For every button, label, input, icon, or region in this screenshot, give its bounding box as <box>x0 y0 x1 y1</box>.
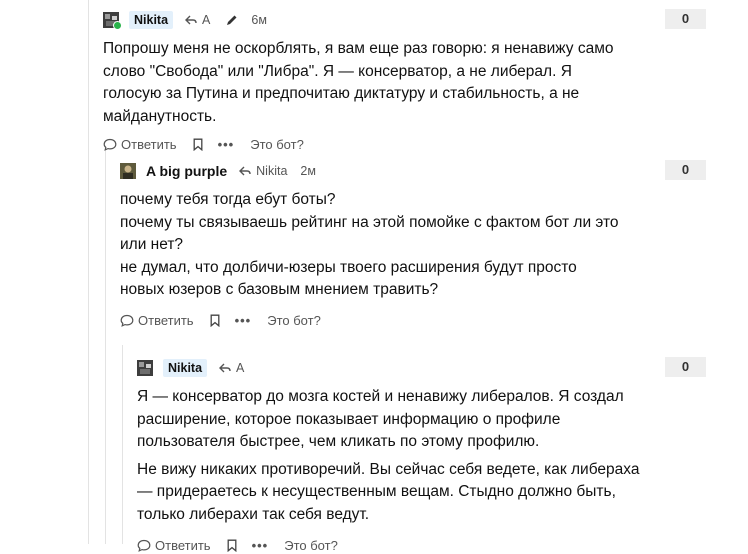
pencil-icon[interactable] <box>226 14 238 26</box>
more-options-icon[interactable]: ••• <box>235 313 252 328</box>
comment-body: почему тебя тогда ебут боты? почему ты с… <box>120 189 625 302</box>
comment-time[interactable]: 2м <box>300 164 316 178</box>
reply-button[interactable]: Ответить <box>137 538 211 553</box>
bookmark-icon[interactable] <box>227 539 237 552</box>
reply-arrow-icon <box>219 363 231 373</box>
comment: A big purple Nikita 2м 0 почему тебя тог… <box>120 160 706 330</box>
comment-header: Nikita A 6м 0 <box>103 9 706 31</box>
reply-label: Ответить <box>138 313 194 328</box>
author-name[interactable]: Nikita <box>129 11 174 29</box>
reply-arrow-icon <box>185 15 197 25</box>
reply-label: Ответить <box>121 136 177 152</box>
reply-button[interactable]: Ответить <box>103 137 177 152</box>
comment-text: Попрошу меня не оскорблять, я вам еще ра… <box>103 40 614 125</box>
more-options-icon[interactable]: ••• <box>252 538 269 553</box>
author-name[interactable]: Nikita <box>163 359 208 377</box>
comment-body: Я — консерватор до мозга костей и ненави… <box>137 386 647 526</box>
avatar[interactable] <box>137 360 153 376</box>
comment: Nikita A 6м 0 Попрошу меня не оскорблять… <box>103 9 706 153</box>
comment: Nikita A 0 Я — консерватор до мозга кост… <box>137 357 706 554</box>
avatar[interactable] <box>103 12 122 30</box>
speech-bubble-icon <box>120 314 134 327</box>
bookmark-icon[interactable] <box>210 314 220 327</box>
comment-body: Попрошу меня не оскорблять, я вам еще ра… <box>103 38 623 128</box>
comment-time[interactable]: 6м <box>251 13 267 27</box>
rating-badge: 0 <box>665 160 706 180</box>
is-bot-button[interactable]: Это бот? <box>250 137 304 152</box>
reply-label: Ответить <box>155 537 211 553</box>
is-bot-button[interactable]: Это бот? <box>267 313 321 328</box>
is-bot-button[interactable]: Это бот? <box>284 538 338 553</box>
comment-text: почему тебя тогда ебут боты? почему ты с… <box>120 191 619 298</box>
rating-badge: 0 <box>665 357 706 377</box>
bookmark-icon[interactable] <box>193 138 203 151</box>
author-name[interactable]: A big purple <box>146 163 227 179</box>
online-status-dot <box>113 21 122 30</box>
reply-button[interactable]: Ответить <box>120 313 194 328</box>
comment-actions: Ответить ••• Это бот? <box>137 536 706 554</box>
reply-to-name: A <box>202 13 211 27</box>
comment-text: Я — консерватор до мозга костей и ненави… <box>137 388 624 450</box>
reply-to-name: Nikita <box>256 164 288 178</box>
comment-text: Не вижу никаких противоречий. Вы сейчас … <box>137 460 640 523</box>
avatar[interactable] <box>120 163 136 179</box>
reply-to-name: A <box>236 361 245 375</box>
reply-to-link[interactable]: A <box>219 361 244 375</box>
reply-to-link[interactable]: A <box>185 13 210 27</box>
speech-bubble-icon <box>137 539 151 552</box>
thread-line <box>105 148 106 544</box>
thread-line <box>88 0 89 544</box>
reply-to-link[interactable]: Nikita <box>239 164 287 178</box>
speech-bubble-icon <box>103 138 117 151</box>
rating-badge: 0 <box>665 9 706 29</box>
comment-header: Nikita A 0 <box>137 357 706 379</box>
reply-arrow-icon <box>239 166 251 176</box>
comment-actions: Ответить ••• Это бот? <box>103 135 706 153</box>
comment-actions: Ответить ••• Это бот? <box>120 312 706 330</box>
thread-line <box>122 345 123 544</box>
more-options-icon[interactable]: ••• <box>218 137 235 152</box>
comment-header: A big purple Nikita 2м 0 <box>120 160 706 182</box>
